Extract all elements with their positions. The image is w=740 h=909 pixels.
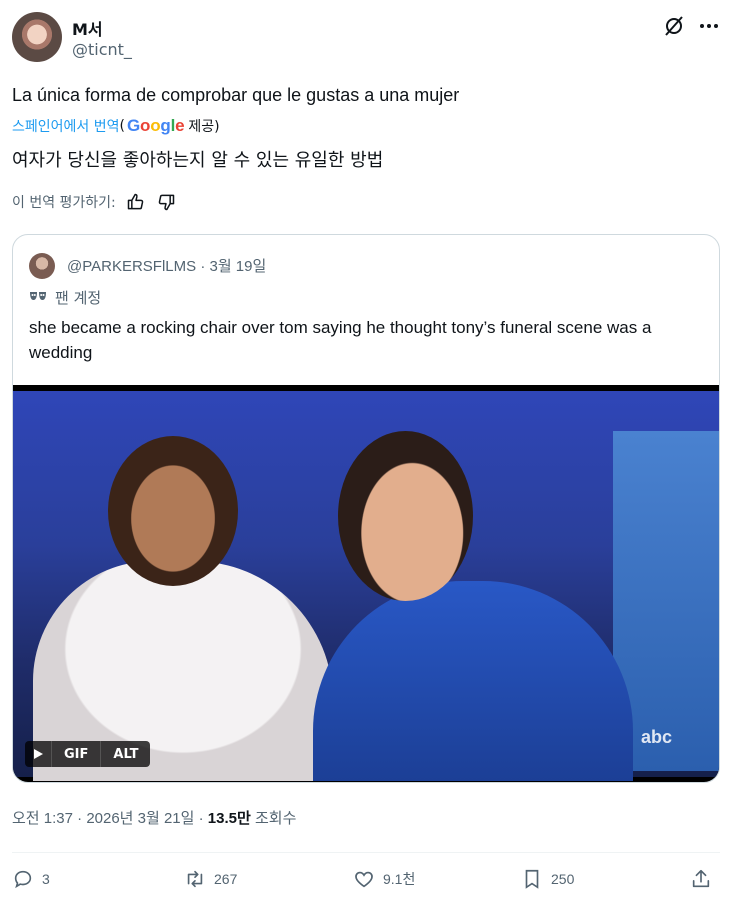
bookmark-count: 250: [551, 871, 575, 887]
like-count: 9.1천: [383, 871, 416, 887]
gif-badge: GIF: [51, 741, 101, 767]
author-name[interactable]: M서: [72, 16, 103, 40]
author-handle[interactable]: @ticnt_: [72, 40, 132, 59]
share-button[interactable]: [690, 868, 712, 890]
meta-separator: ·: [77, 810, 83, 827]
tweet-meta: 오전 1:37 · 2026년 3월 21일 · 13.5만 조회수: [12, 807, 296, 828]
quoted-separator: ·: [200, 258, 206, 275]
mask-icon: [30, 291, 46, 300]
tweet-time[interactable]: 오전 1:37: [12, 810, 73, 827]
bookmark-button[interactable]: 250: [521, 868, 574, 890]
translated-from-link[interactable]: 스페인어에서 번역: [12, 116, 120, 136]
bookmark-icon: [525, 869, 539, 889]
more-icon[interactable]: [697, 14, 721, 38]
quoted-tweet[interactable]: @PARKERSFlLMS · 3월 19일 팬 계정 she became a…: [12, 234, 720, 783]
quoted-avatar: [29, 253, 55, 279]
rate-translation: 이 번역 평가하기:: [12, 192, 176, 212]
repost-icon: [187, 870, 203, 888]
abc-watermark: abc: [641, 727, 673, 747]
alt-button[interactable]: ALT: [100, 741, 151, 767]
badge-label: 팬 계정: [55, 289, 102, 307]
share-icon: [692, 869, 710, 888]
google-logo: Google: [126, 116, 185, 135]
tweet-date[interactable]: 2026년 3월 21일: [86, 810, 194, 827]
media-controls: GIF ALT: [25, 741, 151, 767]
repost-button[interactable]: 267: [184, 868, 237, 890]
quoted-text: she became a rocking chair over tom sayi…: [29, 318, 652, 362]
rate-label: 이 번역 평가하기:: [12, 195, 116, 211]
fan-account-badge: 팬 계정: [29, 287, 101, 308]
translated-text: 여자가 당신을 좋아하는지 알 수 있는 유일한 방법: [12, 150, 384, 171]
person-left-head: [108, 436, 238, 586]
quoted-handle: @PARKERSFlLMS: [67, 258, 197, 275]
author-avatar[interactable]: [12, 12, 62, 62]
tweet-text: La única forma de comprobar que le gusta…: [12, 85, 460, 105]
reply-button[interactable]: 3: [12, 868, 50, 890]
gif-frame: [13, 391, 719, 781]
views-label: 조회수: [254, 810, 297, 827]
like-button[interactable]: 9.1천: [353, 868, 415, 890]
like-icon: [355, 871, 373, 888]
thumbs-up-icon[interactable]: [126, 192, 146, 212]
quoted-date: 3월 19일: [209, 258, 267, 275]
person-right-head: [338, 431, 473, 601]
reply-icon: [14, 870, 32, 889]
grok-icon[interactable]: [662, 14, 686, 38]
quoted-header: @PARKERSFlLMS · 3월 19일: [67, 255, 266, 276]
gif-media[interactable]: GIF ALT abc: [13, 385, 719, 782]
reply-count: 3: [42, 871, 50, 887]
open-paren: (: [119, 118, 125, 134]
play-button[interactable]: [25, 741, 51, 767]
views-count: 13.5만: [207, 810, 251, 827]
provided-label: 제공): [188, 119, 220, 135]
translation-attribution: 스페인어에서 번역 ( Google 제공): [12, 116, 220, 136]
meta-separator: ·: [198, 810, 204, 827]
action-bar: 3 267 9.1천 250: [12, 868, 720, 898]
divider: [12, 852, 720, 853]
play-icon: [34, 749, 43, 759]
thumbs-down-icon[interactable]: [156, 192, 176, 212]
person-right-body: [313, 581, 633, 781]
repost-count: 267: [214, 871, 238, 887]
